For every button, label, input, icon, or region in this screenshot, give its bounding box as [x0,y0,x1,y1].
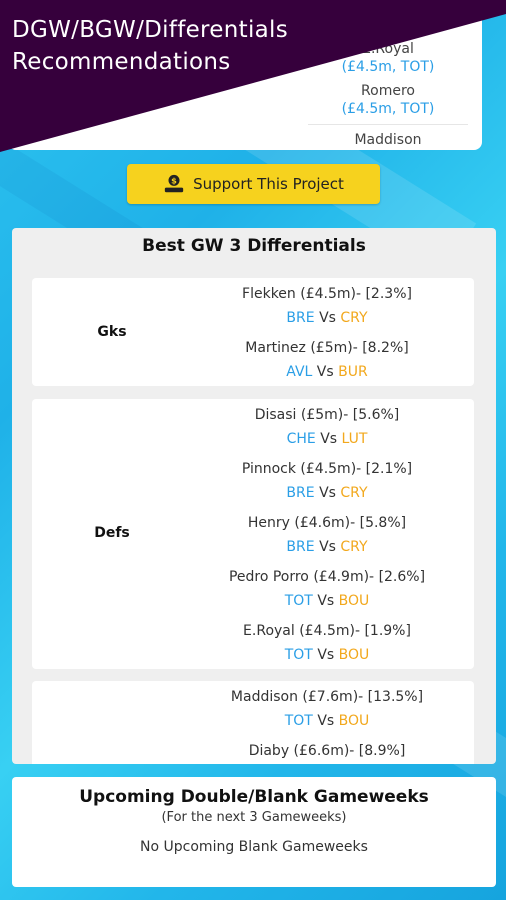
home-team: CHE [286,431,316,447]
support-button-label: Support This Project [193,175,344,193]
player-entry[interactable]: E.Royal (£4.5m)- [1.9%] TOT Vs BOU [182,621,472,665]
list-item[interactable]: Romero (£4.5m, TOT) [308,82,468,118]
home-team: TOT [284,593,313,609]
player-name: Martinez (£5m)- [8.2%] [245,340,409,356]
home-team: AVL [286,364,313,380]
differentials-title: Best GW 3 Differentials [142,236,366,256]
versus: Vs [316,364,334,380]
away-team: BOU [338,647,370,663]
away-team: CRY [340,485,368,501]
versus: Vs [319,485,336,501]
away-team: CRY [340,310,368,326]
group-card-mids[interactable]: Maddison (£7.6m)- [13.5%] TOT Vs BOU Dia… [32,681,474,764]
home-team: BRE [286,485,315,501]
fixture: TOT Vs BOU [182,711,472,731]
versus: Vs [317,647,335,663]
group-card-defs[interactable]: Defs Disasi (£5m)- [5.6%] CHE Vs LUT Pin… [32,399,474,669]
away-team: LUT [341,431,368,447]
home-team: BRE [286,539,315,555]
player-entry[interactable]: Pinnock (£4.5m)- [2.1%] BRE Vs CRY [182,459,472,503]
away-team: BOU [338,593,370,609]
page-title: DGW/BGW/Differentials Recommendations [12,14,288,78]
svg-text:$: $ [171,176,177,186]
away-team: BOU [338,713,370,729]
player-entry[interactable]: Disasi (£5m)- [5.6%] CHE Vs LUT [182,405,472,449]
player-entry[interactable]: Diaby (£6.6m)- [8.9%] [182,741,472,761]
group-label: Defs [94,525,130,541]
player-name: Disasi (£5m)- [5.6%] [254,407,400,423]
group-card-gks[interactable]: Gks Flekken (£4.5m)- [2.3%] BRE Vs CRY M… [32,278,474,386]
upcoming-subtitle: (For the next 3 Gameweeks) [161,810,347,825]
player-name: Maddison [354,132,422,148]
away-team: CRY [340,539,368,555]
player-entry[interactable]: Maddison (£7.6m)- [13.5%] TOT Vs BOU [182,687,472,731]
away-team: BUR [338,364,368,380]
differentials-panel[interactable]: Best GW 3 Differentials Gks Flekken (£4.… [12,228,496,764]
fixture: CHE Vs LUT [182,429,472,449]
fixture: BRE Vs CRY [182,483,472,503]
group-label: Gks [97,324,127,340]
home-team: BRE [286,310,315,326]
fixture: BRE Vs CRY [182,308,472,328]
player-name: Romero [361,83,415,99]
versus: Vs [317,593,335,609]
player-name: Pinnock (£4.5m)- [2.1%] [241,461,413,477]
versus: Vs [319,539,336,555]
home-team: TOT [284,713,313,729]
player-entry[interactable]: Martinez (£5m)- [8.2%] AVL Vs BUR [182,338,472,382]
support-project-button[interactable]: $ Support This Project [127,164,380,204]
upcoming-message: No Upcoming Blank Gameweeks [140,839,368,855]
fixture: AVL Vs BUR [182,362,472,382]
list-item[interactable]: Maddison [308,131,468,149]
page-title-line1: DGW/BGW/Differentials [12,17,289,43]
versus: Vs [317,713,335,729]
page-title-line2: Recommendations [12,49,231,75]
player-name: Henry (£4.6m)- [5.8%] [247,515,407,531]
player-entry[interactable]: Pedro Porro (£4.9m)- [2.6%] TOT Vs BOU [182,567,472,611]
player-name: Diaby (£6.6m)- [8.9%] [248,743,406,759]
player-team: (£4.5m, TOT) [341,101,435,117]
player-entry[interactable]: Henry (£4.6m)- [5.8%] BRE Vs CRY [182,513,472,557]
player-name: Flekken (£4.5m)- [2.3%] [242,286,412,302]
versus: Vs [320,431,338,447]
player-name: E.Royal (£4.5m)- [1.9%] [243,623,411,639]
upcoming-gameweeks-panel: Upcoming Double/Blank Gameweeks (For the… [12,777,496,887]
versus: Vs [319,310,336,326]
upcoming-title: Upcoming Double/Blank Gameweeks [79,787,429,807]
home-team: TOT [284,647,313,663]
fixture: BRE Vs CRY [182,537,472,557]
player-name: Pedro Porro (£4.9m)- [2.6%] [228,569,426,585]
divider [308,124,468,125]
player-entry[interactable]: Flekken (£4.5m)- [2.3%] BRE Vs CRY [182,284,472,328]
fixture: TOT Vs BOU [182,645,472,665]
money-hand-icon: $ [164,174,184,193]
player-name: Maddison (£7.6m)- [13.5%] [230,689,424,705]
fixture: TOT Vs BOU [182,591,472,611]
